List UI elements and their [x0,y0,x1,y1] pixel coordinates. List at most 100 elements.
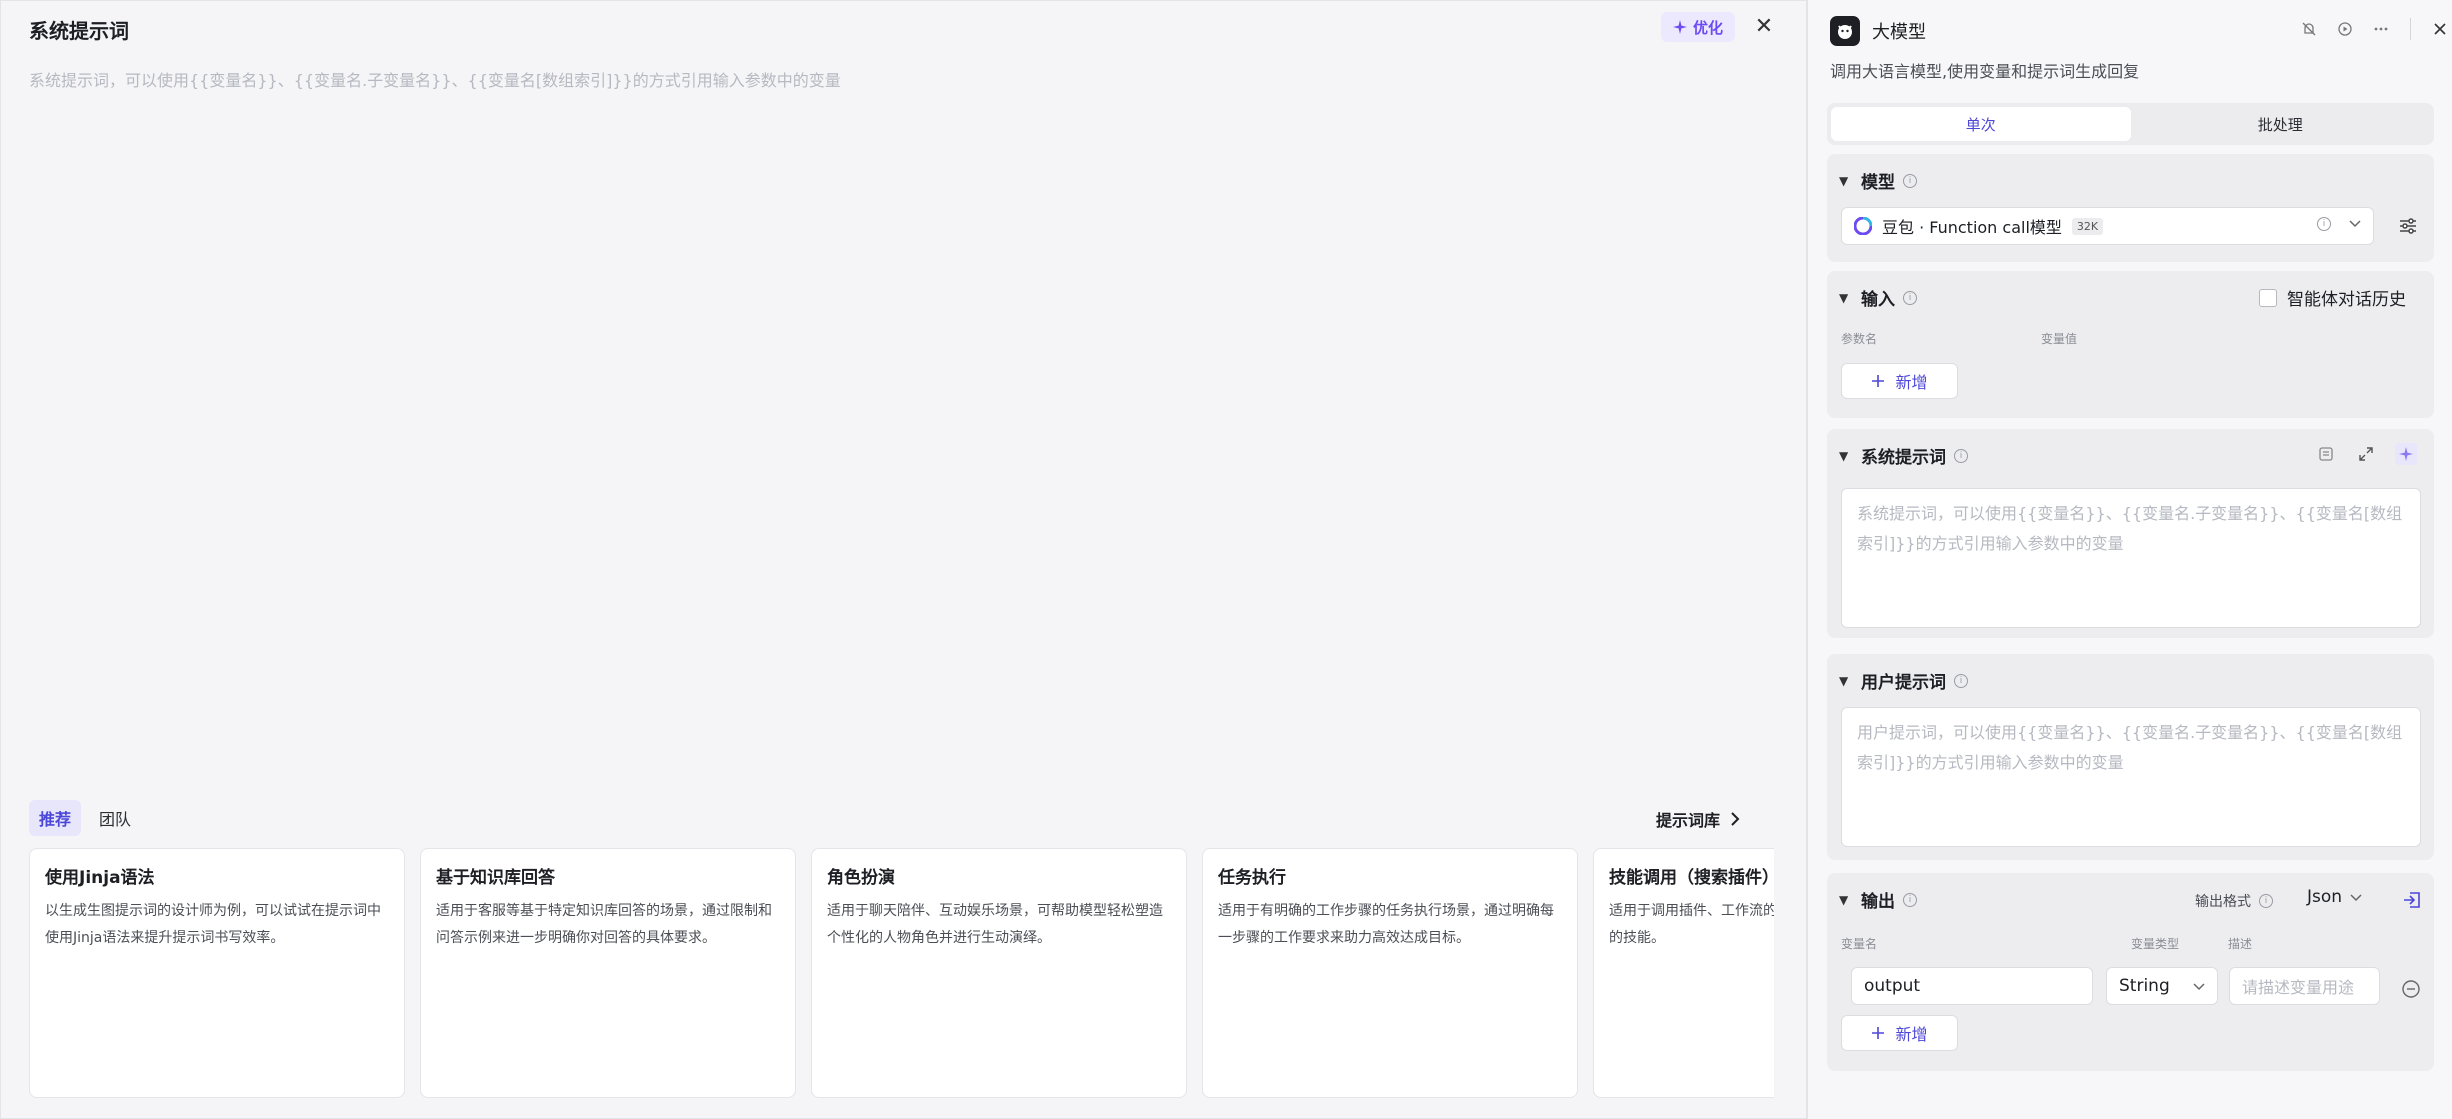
expand-icon[interactable] [2355,443,2377,465]
template-card[interactable]: 基于知识库回答 适用于客服等基于特定知识库回答的场景，通过限制和问答示例来进一步… [420,848,796,1098]
info-icon[interactable]: i [1903,173,1917,188]
prompt-library-label: 提示词库 [1656,811,1721,830]
add-label: 新增 [1895,373,1928,392]
plus-icon [1872,375,1885,387]
info-icon[interactable]: i [1954,448,1968,463]
node-description: 调用大语言模型,使用变量和提示词生成回复 [1830,62,2140,81]
plus-icon [1872,1027,1885,1039]
optimize-button[interactable]: 优化 [1661,12,1736,42]
prompt-editor-placeholder[interactable]: 系统提示词，可以使用{{变量名}}、{{变量名.子变量名}}、{{变量名[数组索… [29,67,841,91]
model-section: ▼ 模型 i 豆包 · Function call模型 32K i [1827,154,2434,262]
chevron-down-icon [2350,894,2362,902]
info-icon[interactable]: i [1954,673,1968,688]
info-icon[interactable]: i [2259,894,2273,908]
template-cards: 使用Jinja语法 以生成生图提示词的设计师为例，可以试试在提示词中使用Jinj… [29,848,1774,1098]
template-card[interactable]: 使用Jinja语法 以生成生图提示词的设计师为例，可以试试在提示词中使用Jinj… [29,848,405,1098]
card-desc: 以生成生图提示词的设计师为例，可以试试在提示词中使用Jinja语法来提升提示词书… [45,903,381,946]
sparkle-icon [1673,20,1687,34]
more-icon[interactable] [2370,18,2392,40]
output-format-select[interactable]: Json [2307,887,2362,907]
var-name-value: output [1864,976,1921,996]
chevron-down-icon[interactable]: ▼ [1839,449,1853,463]
section-title: 输出 [1861,892,1895,912]
var-desc-placeholder: 请描述变量用途 [2242,978,2355,997]
template-card[interactable]: 任务执行 适用于有明确的工作步骤的任务执行场景，通过明确每一步骤的工作要求来助力… [1202,848,1578,1098]
panel-title: 系统提示词 [29,19,129,43]
template-card[interactable]: 角色扮演 适用于聊天陪伴、互动娱乐场景，可帮助模型轻松塑造个性化的人物角色并进行… [811,848,1187,1098]
output-var-name-input[interactable]: output [1851,967,2093,1005]
card-title: 使用Jinja语法 [45,868,155,888]
card-desc: 适用于聊天陪伴、互动娱乐场景，可帮助模型轻松塑造个性化的人物角色并进行生动演绎。 [827,903,1163,946]
chevron-down-icon[interactable]: ▼ [1839,674,1853,688]
prompt-library-icon[interactable] [2315,443,2337,465]
section-title: 模型 [1861,173,1895,193]
node-config-panel: 大模型 调用大语言模型,使用变量和提示词生成回复 单次 批处理 ▼ 模型 i 豆… [1807,0,2452,1119]
user-prompt-input[interactable]: 用户提示词，可以使用{{变量名}}、{{变量名.子变量名}}、{{变量名[数组索… [1841,707,2421,847]
tab-recommended[interactable]: 推荐 [29,800,82,836]
system-prompt-section: ▼ 系统提示词 i 系统提示词，可以使用{{变量名}}、{{变量名.子变量名}}… [1827,429,2434,638]
card-title: 技能调用（搜索插件） [1609,868,1774,888]
card-desc: 适用于调用插件、工作流的场景，使用时将提示词需要的技能。 [1609,903,1774,946]
output-var-type-select[interactable]: String [2106,967,2218,1005]
col-param-value: 变量值 [2041,332,2078,346]
ai-optimize-icon[interactable] [2395,443,2417,465]
sliders-icon[interactable] [2397,215,2419,237]
chevron-down-icon [2193,983,2205,991]
col-var-desc: 描述 [2228,937,2253,951]
prompt-library-link[interactable]: 提示词库 [1656,807,1740,831]
close-icon[interactable] [2429,18,2451,40]
col-var-type: 变量类型 [2131,937,2180,951]
input-section: ▼ 输入 i 智能体对话历史 参数名 变量值 新增 [1827,271,2434,418]
card-title: 角色扮演 [827,868,895,888]
remove-circle-icon[interactable] [2401,979,2421,999]
card-desc: 适用于有明确的工作步骤的任务执行场景，通过明确每一步骤的工作要求来助力高效达成目… [1218,903,1554,946]
checkbox[interactable] [2259,288,2277,307]
chevron-down-icon[interactable]: ▼ [1839,893,1853,907]
disable-icon[interactable] [2298,18,2320,40]
tab-batch[interactable]: 批处理 [2131,107,2431,141]
template-card[interactable]: 技能调用（搜索插件） 适用于调用插件、工作流的场景，使用时将提示词需要的技能。 [1593,848,1774,1098]
card-desc: 适用于客服等基于特定知识库回答的场景，通过限制和问答示例来进一步明确你对回答的具… [436,903,772,946]
output-var-desc-input[interactable]: 请描述变量用途 [2229,967,2380,1005]
info-icon[interactable]: i [1903,892,1917,907]
add-output-button[interactable]: 新增 [1841,1015,1958,1051]
section-title: 系统提示词 [1861,448,1946,468]
chevron-right-icon [1731,812,1740,826]
doubao-logo-icon [1854,217,1872,235]
chevron-down-icon[interactable]: ▼ [1839,174,1853,188]
node-title[interactable]: 大模型 [1872,18,1926,44]
import-icon[interactable] [2401,889,2423,911]
add-input-button[interactable]: 新增 [1841,363,1958,399]
chevron-down-icon [2349,220,2361,228]
card-title: 基于知识库回答 [436,868,555,888]
system-prompt-input[interactable]: 系统提示词，可以使用{{变量名}}、{{变量名.子变量名}}、{{变量名[数组索… [1841,488,2421,628]
context-badge: 32K [2071,217,2104,235]
node-actions [2298,18,2451,40]
output-format-label: 输出格式 [2195,894,2251,910]
add-label: 新增 [1895,1025,1928,1044]
info-icon[interactable]: i [1903,290,1917,305]
tab-single[interactable]: 单次 [1831,107,2131,141]
divider [2410,18,2411,40]
chevron-down-icon[interactable]: ▼ [1839,291,1853,305]
prompt-tabs: 推荐 团队 [29,800,141,836]
card-title: 任务执行 [1218,868,1286,888]
model-select[interactable]: 豆包 · Function call模型 32K i [1841,207,2374,245]
col-param-name: 参数名 [1841,332,1878,346]
close-icon[interactable]: ✕ [1749,11,1779,41]
node-header: 大模型 [1830,16,1926,46]
col-var-name: 变量名 [1841,937,1878,951]
user-prompt-section: ▼ 用户提示词 i 用户提示词，可以使用{{变量名}}、{{变量名.子变量名}}… [1827,654,2434,860]
prompt-editor-panel: 系统提示词 优化 ✕ 系统提示词，可以使用{{变量名}}、{{变量名.子变量名}… [0,0,1807,1119]
optimize-label: 优化 [1693,18,1724,37]
llm-node-icon [1830,16,1860,46]
output-format-value: Json [2307,887,2343,907]
output-section: ▼ 输出 i 输出格式 i Json 变量名 变量类型 描述 output St… [1827,873,2434,1071]
section-title: 用户提示词 [1861,673,1946,693]
tab-team[interactable]: 团队 [89,800,141,836]
section-title: 输入 [1861,290,1895,310]
var-type-value: String [2119,976,2170,996]
agent-history-toggle[interactable]: 智能体对话历史 [2259,285,2406,310]
info-icon[interactable]: i [2317,217,2331,231]
run-icon[interactable] [2334,18,2356,40]
